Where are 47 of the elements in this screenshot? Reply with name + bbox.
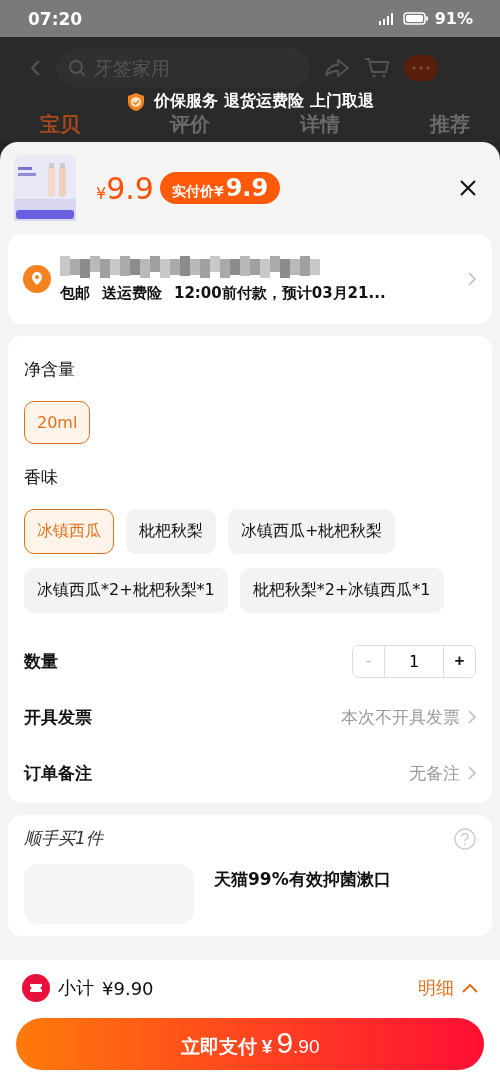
option-chip[interactable]: 冰镇西瓜+枇杷秋梨 — [228, 509, 396, 554]
setting-value[interactable]: 无备注 — [409, 761, 468, 785]
ticket-icon — [22, 974, 50, 1002]
product-title: 天猫99%有效抑菌漱口 — [214, 868, 391, 891]
delivery-tag: 送运费险 — [102, 283, 162, 303]
option-chip[interactable]: 冰镇西瓜*2+枇杷秋梨*1 — [24, 568, 228, 613]
status-time: 07:20 — [28, 8, 83, 29]
section-title: 顺手买1件 — [24, 827, 103, 850]
setting-value[interactable]: 本次不开具发票 — [341, 705, 468, 729]
quantity-label: 数量 — [24, 649, 58, 673]
battery-icon — [402, 12, 429, 25]
page-tab[interactable]: 详情 — [300, 111, 340, 138]
subtotal-amount: ¥9.90 — [102, 977, 154, 999]
page-tab[interactable]: 评价 — [170, 111, 210, 138]
search-icon — [68, 59, 86, 77]
service-guarantee-text: 价保服务 退货运费险 上门取退 — [154, 91, 374, 112]
more-icon — [404, 55, 438, 81]
option-chip[interactable]: 冰镇西瓜 — [24, 509, 114, 554]
page-tab[interactable]: 推荐 — [430, 111, 470, 138]
cart-icon — [364, 57, 390, 79]
battery-percent: 91% — [434, 9, 473, 28]
pay-button[interactable]: 立即支付 ¥9.90 — [16, 1018, 484, 1070]
details-button[interactable]: 明细 — [412, 975, 484, 1001]
location-pin-icon — [22, 264, 52, 294]
setting-label: 订单备注 — [24, 761, 92, 785]
shield-check-icon — [126, 91, 147, 112]
share-icon — [324, 58, 350, 78]
chevron-right-icon — [468, 766, 476, 780]
price: ¥9.9 — [96, 170, 154, 206]
option-group-title: 香味 — [24, 466, 59, 489]
delivery-note: 12:00前付款，预计03月21... — [174, 283, 386, 303]
chevron-up-icon — [462, 983, 478, 993]
address-card[interactable]: 包邮 送运费险 12:00前付款，预计03月21... — [8, 234, 492, 324]
option-group-title: 净含量 — [24, 358, 76, 381]
option-chip[interactable]: 20ml — [24, 401, 91, 444]
page-tab[interactable]: 宝贝 — [40, 111, 80, 138]
delivery-tag: 包邮 — [60, 283, 90, 303]
setting-label: 开具发票 — [24, 705, 92, 729]
option-chip[interactable]: 枇杷秋梨 — [126, 509, 216, 554]
close-icon — [460, 180, 476, 196]
chevron-right-icon — [468, 272, 476, 286]
subtotal-label: 小计 — [58, 976, 94, 1000]
back-icon — [30, 59, 42, 77]
chevron-right-icon — [468, 710, 476, 724]
option-chip[interactable]: 枇杷秋梨*2+冰镇西瓜*1 — [239, 568, 444, 613]
final-price-badge: 实付价¥9.9 — [159, 172, 281, 204]
help-icon — [454, 827, 476, 850]
